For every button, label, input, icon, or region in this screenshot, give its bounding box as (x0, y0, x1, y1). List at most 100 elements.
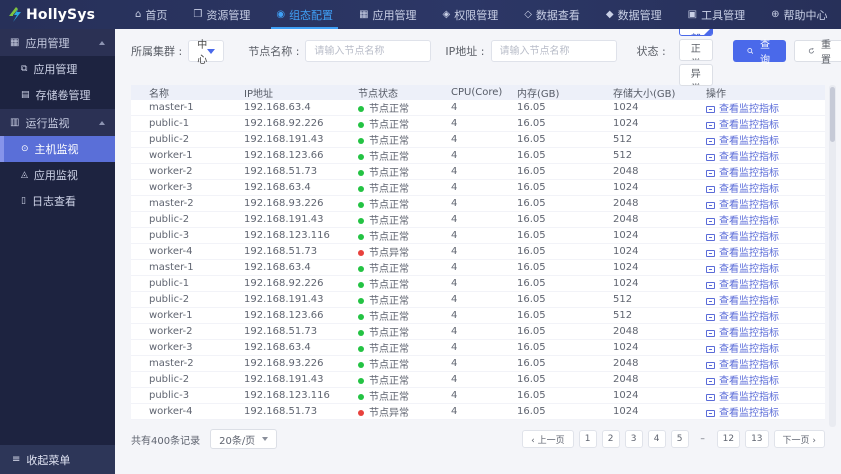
nav-item-tool-manage[interactable]: ▣ 工具管理 (675, 0, 758, 29)
prev-page-button[interactable]: ‹ 上一页 (522, 430, 574, 448)
table-row: worker-4 192.168.51.73 节点异常 4 16.05 1024 查看监控指… (131, 243, 825, 260)
ip-input[interactable] (490, 40, 617, 62)
home-icon: ⌂ (135, 8, 142, 20)
sidebar-item-host-monitor[interactable]: ⊙ 主机监视 (0, 136, 115, 162)
vertical-scrollbar[interactable] (829, 85, 836, 427)
view-metrics-link[interactable]: 查看监控指标 (706, 408, 779, 419)
cell-memory: 16.05 (517, 339, 613, 356)
view-metrics-link[interactable]: 查看监控指标 (706, 232, 779, 243)
cell-cpu: 4 (451, 227, 517, 244)
cell-operation: 查看监控指标 (706, 371, 825, 388)
cell-name: master-1 (131, 259, 244, 276)
cell-storage: 1024 (613, 179, 706, 196)
status-dot-normal (358, 330, 364, 336)
sidebar-group-app-manage-group[interactable]: ▦ 应用管理 (0, 29, 115, 56)
nav-item-label: 帮助中心 (783, 8, 828, 22)
view-metrics-link[interactable]: 查看监控指标 (706, 360, 779, 371)
sidebar-item-app-manage[interactable]: ⧉ 应用管理 (0, 56, 115, 82)
view-metrics-link[interactable]: 查看监控指标 (706, 392, 779, 403)
cell-storage: 512 (613, 147, 706, 164)
next-page-button[interactable]: 下一页 › (773, 430, 825, 448)
cell-memory: 16.05 (517, 211, 613, 228)
view-metrics-link[interactable]: 查看监控指标 (706, 248, 779, 259)
view-metrics-label: 查看监控指标 (719, 168, 779, 179)
search-button[interactable]: 查询 (732, 40, 786, 66)
view-metrics-link[interactable]: 查看监控指标 (706, 216, 779, 227)
nav-item-help-center[interactable]: ⊕ 帮助中心 (758, 0, 840, 29)
scrollbar-thumb[interactable] (830, 87, 835, 142)
page-button-4[interactable]: 4 (647, 430, 666, 448)
status-text: 节点正常 (369, 152, 409, 163)
nav-item-data-view[interactable]: ◇ 数据查看 (511, 0, 593, 29)
cell-ip: 192.168.51.73 (244, 163, 358, 180)
view-metrics-link[interactable]: 查看监控指标 (706, 152, 779, 163)
sidebar-group-run-monitor-group[interactable]: ▥ 运行监视 (0, 109, 115, 136)
monitor-icon (706, 249, 715, 257)
view-metrics-link[interactable]: 查看监控指标 (706, 120, 779, 131)
sidebar-item-storage-volume[interactable]: ▤ 存储卷管理 (0, 82, 115, 108)
cell-name: worker-4 (131, 403, 244, 420)
cell-status: 节点正常 (358, 259, 451, 276)
nav-item-label: 首页 (145, 8, 168, 22)
view-metrics-link[interactable]: 查看监控指标 (706, 184, 779, 195)
nav-item-home[interactable]: ⌂ 首页 (122, 0, 180, 29)
view-metrics-link[interactable]: 查看监控指标 (706, 328, 779, 339)
monitor-icon (706, 377, 715, 385)
reset-button[interactable]: 重置 (793, 40, 841, 66)
view-metrics-link[interactable]: 查看监控指标 (706, 264, 779, 275)
page-button-1[interactable]: 1 (578, 430, 597, 448)
table-row: public-3 192.168.123.116 节点正常 4 16.05 1024 查看监… (131, 227, 825, 244)
host-monitor-icon: ⊙ (21, 143, 29, 154)
view-metrics-link[interactable]: 查看监控指标 (706, 104, 779, 115)
page-button-5[interactable]: 5 (670, 430, 689, 448)
view-metrics-link[interactable]: 查看监控指标 (706, 280, 779, 291)
sidebar-item-log-view[interactable]: ▯ 日志查看 (0, 188, 115, 214)
node-name-input[interactable] (305, 40, 432, 62)
page-size-select[interactable]: 20条/页 (210, 429, 278, 449)
nav-item-config[interactable]: ◉ 组态配置 (263, 0, 346, 29)
cell-operation: 查看监控指标 (706, 115, 825, 132)
status-filter-error[interactable]: 异常 (678, 63, 713, 86)
monitor-icon (706, 393, 715, 401)
view-metrics-link[interactable]: 查看监控指标 (706, 168, 779, 179)
page-button-2[interactable]: 2 (601, 430, 620, 448)
nav-item-resource-manage[interactable]: ❒ 资源管理 (180, 0, 263, 29)
nav-item-permission-manage[interactable]: ◈ 权限管理 (430, 0, 512, 29)
cluster-select[interactable]: 中心 (188, 40, 225, 66)
cell-memory: 16.05 (517, 227, 613, 244)
cell-ip: 192.168.63.4 (244, 179, 358, 196)
cell-cpu: 4 (451, 259, 517, 276)
view-metrics-link[interactable]: 查看监控指标 (706, 312, 779, 323)
collapse-menu-button[interactable]: ≡ 收起菜单 (0, 445, 115, 474)
cell-status: 节点正常 (358, 179, 451, 196)
view-metrics-link[interactable]: 查看监控指标 (706, 136, 779, 147)
status-dot-error (358, 250, 364, 256)
monitor-icon (706, 185, 715, 193)
page-button-13[interactable]: 13 (745, 430, 769, 448)
column-header: 名称 (131, 85, 244, 100)
sidebar-item-app-monitor[interactable]: ◬ 应用监视 (0, 162, 115, 188)
view-metrics-link[interactable]: 查看监控指标 (706, 200, 779, 211)
status-text: 节点正常 (369, 328, 409, 339)
page-button-12[interactable]: 12 (716, 430, 741, 448)
cell-ip: 192.168.191.43 (244, 131, 358, 148)
cell-name: master-2 (131, 195, 244, 212)
view-metrics-link[interactable]: 查看监控指标 (706, 296, 779, 307)
table-row: public-1 192.168.92.226 节点正常 4 16.05 1024 查看监控… (131, 275, 825, 292)
view-metrics-link[interactable]: 查看监控指标 (706, 376, 779, 387)
cluster-select-value: 中心 (197, 40, 208, 66)
nav-item-data-manage[interactable]: ◆ 数据管理 (593, 0, 675, 29)
view-metrics-link[interactable]: 查看监控指标 (706, 344, 779, 355)
cell-storage: 1024 (613, 100, 706, 116)
nav-item-app-manage[interactable]: ▦ 应用管理 (346, 0, 429, 29)
view-metrics-label: 查看监控指标 (719, 152, 779, 163)
cell-status: 节点正常 (358, 371, 451, 388)
page-number-group: 1 2 3 4 5–12 13 (578, 430, 769, 448)
nav-item-label: 组态配置 (289, 8, 334, 22)
cell-operation: 查看监控指标 (706, 147, 825, 164)
view-metrics-label: 查看监控指标 (719, 104, 779, 115)
status-text: 节点正常 (369, 312, 409, 323)
status-filter-normal[interactable]: 正常 (678, 38, 713, 61)
page-button-3[interactable]: 3 (624, 430, 643, 448)
cell-status: 节点正常 (358, 227, 451, 244)
